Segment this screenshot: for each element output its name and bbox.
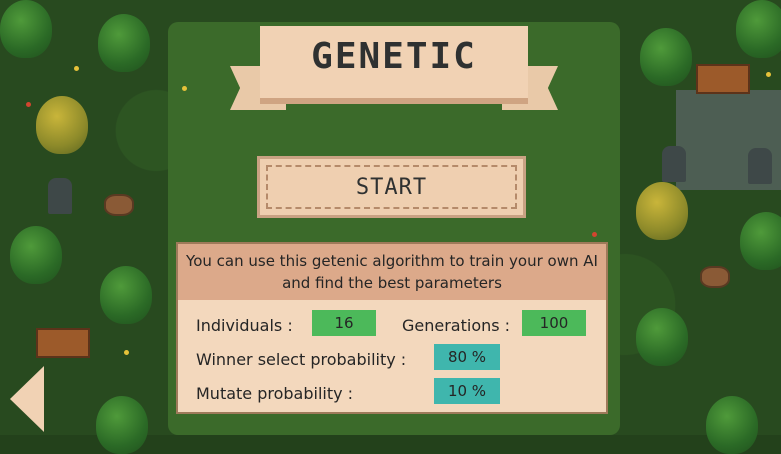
bench bbox=[696, 64, 750, 94]
flower bbox=[182, 86, 187, 91]
flower bbox=[766, 72, 771, 77]
start-button-label: START bbox=[355, 174, 428, 200]
tree-stump bbox=[104, 194, 134, 216]
tree bbox=[36, 96, 88, 154]
flower bbox=[26, 102, 31, 107]
individuals-field[interactable]: 16 bbox=[312, 310, 376, 336]
parameters-panel: You can use this getenic algorithm to tr… bbox=[176, 242, 608, 414]
statue bbox=[662, 146, 686, 182]
flower bbox=[74, 66, 79, 71]
flower bbox=[592, 232, 597, 237]
mutate-label: Mutate probability : bbox=[196, 384, 354, 403]
statue bbox=[48, 178, 72, 214]
tree bbox=[100, 266, 152, 324]
tree bbox=[0, 0, 52, 58]
tree bbox=[736, 0, 781, 58]
description-text: You can use this getenic algorithm to tr… bbox=[178, 244, 606, 300]
title-banner: GENETIC bbox=[230, 26, 558, 114]
statue bbox=[748, 148, 772, 184]
tree bbox=[10, 226, 62, 284]
start-button[interactable]: START bbox=[257, 156, 526, 218]
banner-body: GENETIC bbox=[260, 26, 528, 104]
tree bbox=[98, 14, 150, 72]
tree bbox=[636, 308, 688, 366]
generations-field[interactable]: 100 bbox=[522, 310, 586, 336]
bench bbox=[36, 328, 90, 358]
mutate-field[interactable]: 10 % bbox=[434, 378, 500, 404]
winner-select-field[interactable]: 80 % bbox=[434, 344, 500, 370]
tree bbox=[740, 212, 781, 270]
page-title: GENETIC bbox=[311, 36, 477, 77]
generations-label: Generations : bbox=[402, 316, 511, 335]
tree bbox=[706, 396, 758, 454]
tree-stump bbox=[700, 266, 730, 288]
flower bbox=[124, 350, 129, 355]
tree bbox=[96, 396, 148, 454]
tree bbox=[640, 28, 692, 86]
tree bbox=[636, 182, 688, 240]
individuals-label: Individuals : bbox=[196, 316, 293, 335]
winner-select-label: Winner select probability : bbox=[196, 350, 407, 369]
